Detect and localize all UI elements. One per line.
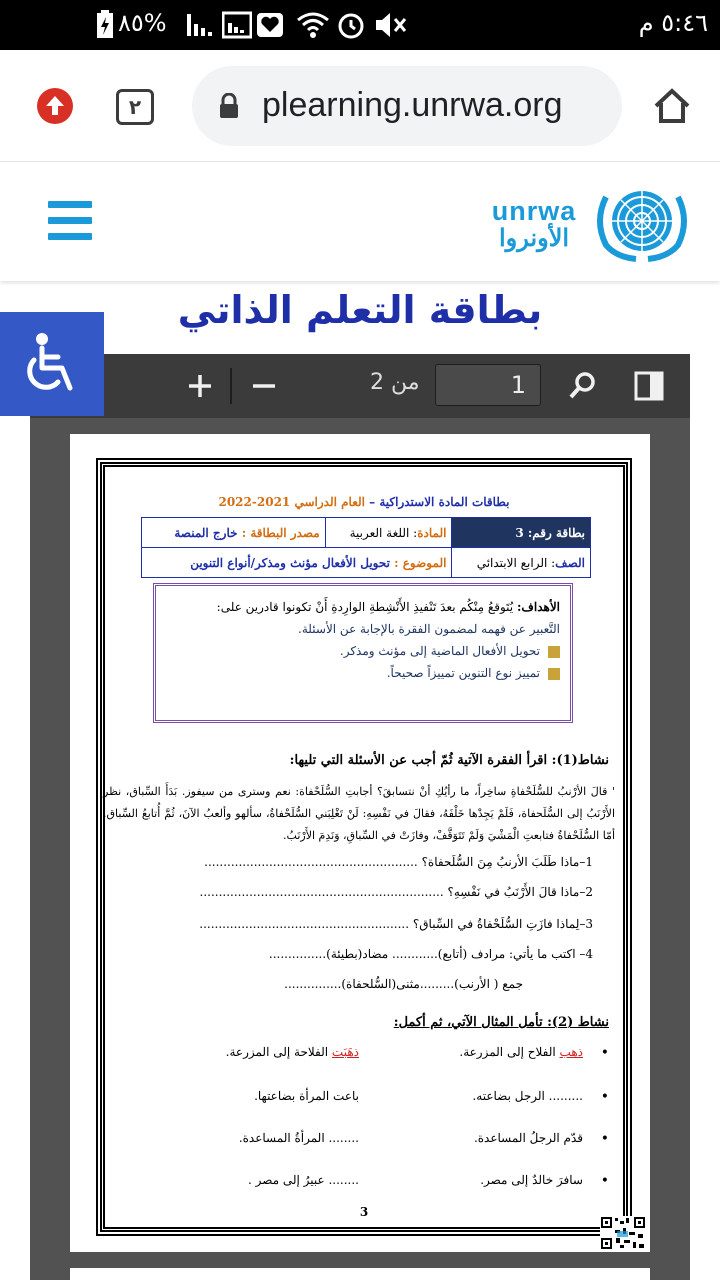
pdf-viewer-area[interactable]: بطاقات المادة الاستدراكية – العام الدراس… bbox=[30, 418, 690, 1280]
question-4-part-2: جمع ( الأرنب).........مثنى(السُّلحفاة)..… bbox=[284, 977, 523, 991]
toolbar-divider bbox=[230, 368, 232, 404]
url-text: plearning.unrwa.org bbox=[262, 86, 563, 124]
page-title: بطاقة التعلم الذاتي bbox=[177, 288, 543, 332]
status-bar: ٥:٤٦ م %٨٥ bbox=[0, 0, 720, 50]
goal-item: تحويل الأفعال الماضية إلى مؤنث ومذكر. bbox=[166, 644, 560, 658]
activity-2-title: نشاط (2): تأمل المثال الآتي، ثم أكمل: bbox=[393, 1015, 609, 1030]
goal-item: تمييز نوع التنوين تمييزاً صحيحاً. bbox=[166, 666, 560, 680]
page-number: 3 bbox=[359, 1205, 369, 1219]
question-1: 1–ماذا طَلَبَ الأرنبُ مِنَ السُّلَحفاة؟ … bbox=[204, 855, 593, 869]
wifi-icon bbox=[297, 12, 329, 38]
topic-label: الموضوع : bbox=[389, 555, 447, 570]
unrwa-logo-text[interactable]: unrwa الأونروا bbox=[484, 197, 584, 253]
info-table: بطاقة رقم: 3 المادة: اللغة العربية مصدر … bbox=[140, 517, 591, 578]
battery-percent: %٨٥ bbox=[118, 9, 167, 37]
example-masculine: ذهب الفلاح إلى المزرعة. bbox=[459, 1045, 583, 1059]
signal-icon bbox=[187, 14, 212, 36]
goals-header: الأهداف: يُتَوقعُ مِنْكُم بعدَ تَنْفيذِ … bbox=[166, 600, 560, 614]
qr-code-icon bbox=[600, 1216, 646, 1250]
pdf-page: بطاقات المادة الاستدراكية – العام الدراس… bbox=[70, 434, 650, 1252]
header-year: العام الدراسي 2021-2022 bbox=[218, 495, 365, 509]
source-value: خارج المنصة bbox=[174, 525, 238, 540]
zoom-out-icon[interactable] bbox=[250, 372, 278, 400]
alarm-icon bbox=[338, 13, 364, 39]
subject-cell: المادة: اللغة العربية bbox=[324, 517, 453, 548]
question-4: 4– اكتب ما يأتي: مرادف (أتابع)..........… bbox=[268, 947, 593, 961]
un-emblem-icon[interactable] bbox=[592, 179, 692, 263]
source-cell: مصدر البطاقة : خارج المنصة bbox=[141, 517, 326, 548]
page-number-input[interactable]: 1 bbox=[435, 364, 541, 406]
worksheet-header: بطاقات المادة الاستدراكية – العام الدراس… bbox=[105, 495, 623, 509]
exercise-row: • ......... الرجل بضاعته. باعت المرأة بض… bbox=[254, 1089, 609, 1105]
source-label: مصدر البطاقة : bbox=[237, 525, 320, 540]
worksheet-frame: بطاقات المادة الاستدراكية – العام الدراس… bbox=[96, 458, 632, 1236]
logo-english: unrwa bbox=[491, 196, 577, 226]
exercise-row: • قدّم الرجلُ المساعدة. ........ المرأةُ… bbox=[238, 1131, 609, 1147]
subject-value: : اللغة العربية bbox=[349, 525, 418, 540]
sidebar-toggle-icon[interactable] bbox=[634, 371, 664, 401]
pdf-page-next bbox=[70, 1268, 650, 1280]
battery-icon bbox=[97, 10, 113, 38]
wheelchair-icon bbox=[27, 333, 73, 391]
tab-switcher-button[interactable]: ٢ bbox=[116, 89, 154, 125]
page-count-label: من 2 bbox=[370, 370, 420, 395]
header-prefix: بطاقات المادة الاستدراكية – bbox=[364, 495, 510, 509]
bullet-icon: • bbox=[600, 1045, 609, 1061]
subject-label: المادة bbox=[417, 525, 447, 540]
example-feminine: ذهَبَت الفلاحة إلى المزرعة. bbox=[225, 1045, 359, 1059]
lock-icon bbox=[220, 93, 238, 118]
card-number-cell: بطاقة رقم: 3 bbox=[451, 517, 591, 548]
bullet-icon: • bbox=[600, 1173, 609, 1189]
mute-icon bbox=[376, 13, 407, 37]
menu-icon[interactable] bbox=[48, 201, 92, 249]
home-icon[interactable] bbox=[652, 86, 692, 126]
goals-box: الأهداف: يُتَوقعُ مِنْكُم بعدَ تَنْفيذِ … bbox=[153, 583, 573, 723]
bullet-icon: • bbox=[600, 1089, 609, 1105]
heart-icon bbox=[257, 13, 283, 37]
grade-label: الصف bbox=[555, 555, 585, 570]
bullet-icon bbox=[548, 667, 560, 680]
pdf-toolbar: من 2 1 bbox=[30, 354, 690, 418]
search-icon[interactable] bbox=[568, 370, 598, 400]
zoom-in-icon[interactable] bbox=[186, 372, 214, 400]
bullet-icon: • bbox=[600, 1131, 609, 1147]
status-time: ٥:٤٦ م bbox=[638, 9, 708, 37]
question-3: 3–لِماذا فازَتِ السُّلَحْفاةُ في السِّبا… bbox=[199, 917, 593, 931]
bullet-icon bbox=[548, 645, 560, 658]
accessibility-button[interactable] bbox=[0, 312, 104, 416]
tab-count: ٢ bbox=[128, 95, 142, 119]
topic-cell: الموضوع : تحويل الأفعال مؤنث ومذكر/أنواع… bbox=[140, 547, 453, 578]
exercise-row: • سافرَ خالدٌ إلى مصر. ........ عبيرُ إل… bbox=[247, 1173, 609, 1189]
goals-title: الأهداف: bbox=[516, 600, 560, 614]
goals-intro: يُتَوقعُ مِنْكُم بعدَ تَنْفيذِ الأَنْشِط… bbox=[216, 600, 514, 614]
grade-cell: الصف: الرابع الابتدائي bbox=[451, 547, 591, 578]
address-bar[interactable]: plearning.unrwa.org bbox=[192, 66, 622, 146]
grade-value: : الرابع الابتدائي bbox=[476, 555, 556, 570]
reading-paragraph: ' قالَ الأرْنبُ للسُّلَحْفاةِ ساخِراً، م… bbox=[103, 785, 615, 842]
example-row: • ذهب الفلاح إلى المزرعة. ذهَبَت الفلاحة… bbox=[113, 1045, 609, 1067]
topic-value: تحويل الأفعال مؤنث ومذكر/أنواع التنوين bbox=[190, 555, 390, 570]
activity-1-title: نشاط(1): اقرأ الفقرة الآتية ثُمّ أجب عن … bbox=[289, 753, 609, 768]
upload-icon[interactable] bbox=[36, 87, 74, 125]
logo-arabic: الأونروا bbox=[498, 225, 570, 252]
browser-toolbar: ٢ plearning.unrwa.org bbox=[0, 50, 720, 162]
goal-item: التَّعبير عن فهمه لمضمون الفقرة بالإجابة… bbox=[298, 622, 560, 636]
site-header: unrwa الأونروا bbox=[0, 163, 720, 281]
signal-icon-2 bbox=[222, 11, 252, 39]
question-2: 2–ماذا قالَ الأَرْنَبُ في نَفْسِهِ؟ ....… bbox=[199, 885, 593, 899]
